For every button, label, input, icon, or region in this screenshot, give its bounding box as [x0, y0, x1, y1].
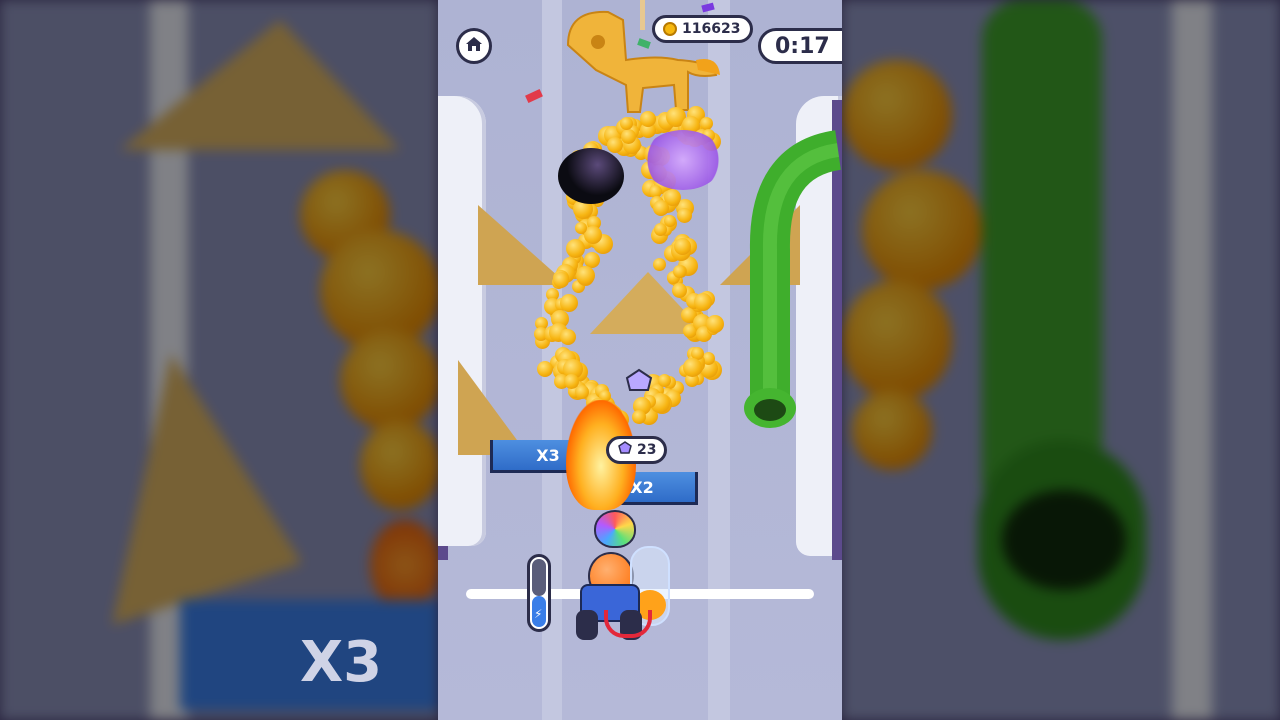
coin: [620, 117, 633, 130]
black-ball: [558, 148, 624, 204]
player-cannon[interactable]: [574, 510, 674, 645]
right-backdrop: [842, 0, 1280, 720]
coin: [706, 315, 724, 333]
coin-icon: [663, 22, 677, 36]
backdrop-multiplier-label: X3: [300, 630, 383, 695]
coin: [673, 265, 686, 278]
coin: [560, 294, 578, 312]
coin: [674, 238, 691, 255]
home-icon: [465, 36, 483, 56]
coin: [575, 222, 587, 234]
coin: [640, 111, 656, 127]
coin: [560, 329, 576, 345]
left-wall: [438, 96, 486, 546]
coin: [566, 239, 585, 258]
green-pipe: [744, 130, 842, 428]
wheel-left: [576, 610, 598, 640]
coin: [576, 266, 595, 285]
left-backdrop: X3: [0, 0, 438, 720]
coin: [621, 129, 636, 144]
coin: [632, 410, 646, 424]
energy-meter: ⚡: [527, 554, 551, 632]
coin: [677, 208, 692, 223]
coin: [653, 258, 666, 271]
game-viewport[interactable]: X3 X2 23 ⚡ 116623 0:17: [438, 0, 842, 720]
coin: [694, 293, 712, 311]
coin: [537, 361, 553, 377]
coin: [654, 223, 667, 236]
gem-counter: 23: [606, 436, 668, 464]
multiplier-x3-label: X3: [536, 445, 560, 465]
coin: [653, 200, 669, 216]
home-button[interactable]: [456, 28, 492, 64]
purple-smoke: [643, 130, 723, 190]
gem-count: 23: [637, 442, 657, 458]
gem-icon: [617, 441, 633, 459]
coin-counter: 116623: [652, 15, 754, 43]
red-hose: [604, 610, 652, 638]
coin: [658, 374, 671, 387]
coin: [700, 117, 713, 130]
coin: [564, 374, 579, 389]
level-timer: 0:17: [758, 28, 842, 64]
coin: [672, 283, 687, 298]
timer-value: 0:17: [775, 33, 830, 59]
coin: [683, 358, 702, 377]
lightning-icon: ⚡: [534, 607, 543, 621]
coin: [553, 272, 569, 288]
coin-count: 116623: [682, 21, 741, 37]
rainbow-gem-character: [594, 510, 636, 548]
gem-pickup-icon: [624, 368, 654, 396]
